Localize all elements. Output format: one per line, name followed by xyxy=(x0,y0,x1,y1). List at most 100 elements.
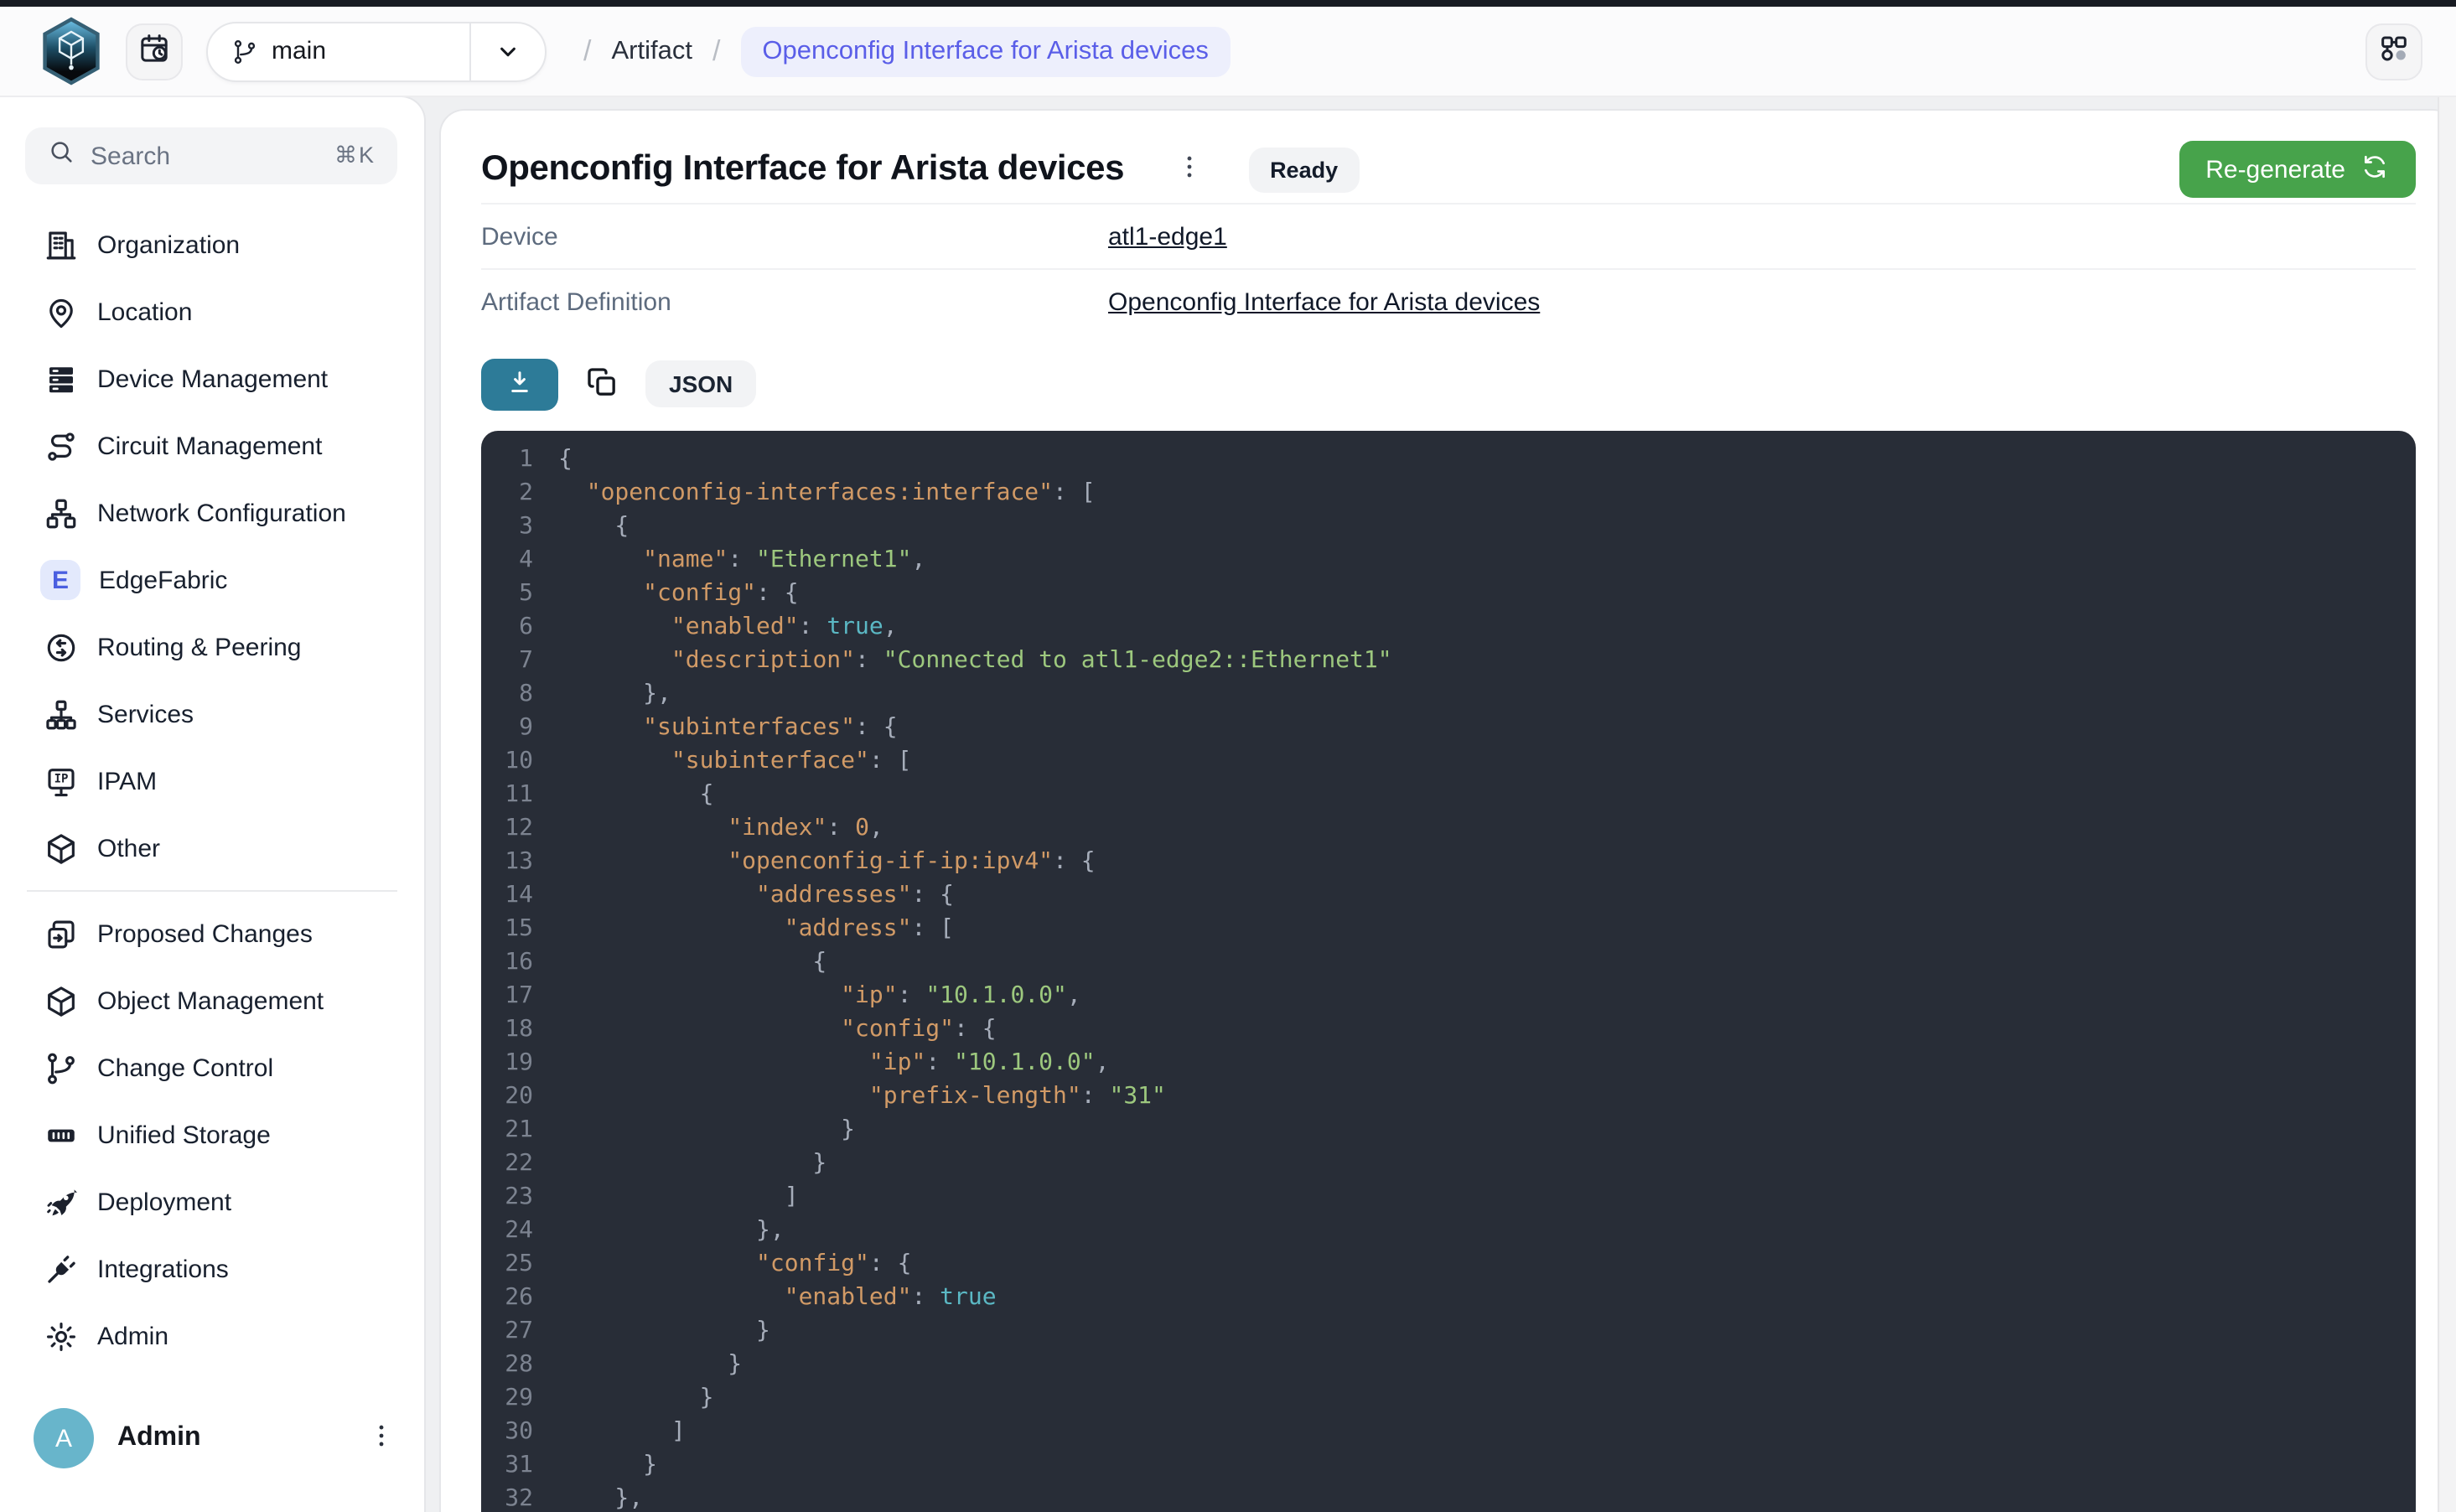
code-line: 18 "config": { xyxy=(481,1012,2416,1046)
schema-icon xyxy=(2377,32,2411,70)
page-title: Openconfig Interface for Arista devices xyxy=(481,149,1124,189)
line-number: 21 xyxy=(481,1113,533,1147)
sidebar-item-edgefabric[interactable]: EEdgeFabric xyxy=(0,546,424,614)
code-text: "enabled": true, xyxy=(533,610,898,644)
sidebar-item-change-control[interactable]: Change Control xyxy=(0,1034,424,1101)
user-name: Admin xyxy=(117,1423,334,1453)
sidebar-item-proposed-changes[interactable]: Proposed Changes xyxy=(0,900,424,967)
line-number: 2 xyxy=(481,476,533,510)
line-number: 11 xyxy=(481,778,533,811)
line-number: 13 xyxy=(481,845,533,878)
breadcrumb-separator: / xyxy=(583,34,591,68)
breadcrumb: / Artifact / Openconfig Interface for Arist… xyxy=(583,26,1231,76)
search-input[interactable] xyxy=(91,142,319,170)
sidebar-item-location[interactable]: Location xyxy=(0,278,424,345)
code-line: 25 "config": { xyxy=(481,1247,2416,1281)
code-viewer[interactable]: 1{2 "openconfig-interfaces:interface": [… xyxy=(481,431,2416,1512)
code-text: "openconfig-if-ip:ipv4": { xyxy=(533,845,1096,878)
title-menu-button[interactable] xyxy=(1168,148,1211,191)
code-text: } xyxy=(533,1381,713,1415)
code-text: } xyxy=(533,1314,770,1348)
branch-name: main xyxy=(272,37,469,65)
sidebar-item-network-configuration[interactable]: Network Configuration xyxy=(0,479,424,546)
sidebar-item-unified-storage[interactable]: Unified Storage xyxy=(0,1101,424,1168)
schema-button[interactable] xyxy=(2365,23,2422,80)
sidebar-item-object-management[interactable]: Object Management xyxy=(0,967,424,1034)
details-table: Deviceatl1-edge1Artifact DefinitionOpenc… xyxy=(481,203,2416,334)
sidebar-item-label: Circuit Management xyxy=(97,432,322,460)
user-row[interactable]: A Admin xyxy=(34,1405,404,1472)
code-text: "address": [ xyxy=(533,912,954,945)
line-number: 29 xyxy=(481,1381,533,1415)
sidebar-item-label: Proposed Changes xyxy=(97,919,313,948)
sidebar-item-label: Device Management xyxy=(97,365,328,393)
line-number: 19 xyxy=(481,1046,533,1080)
sidebar-item-device-management[interactable]: Device Management xyxy=(0,345,424,412)
code-text: "config": { xyxy=(533,577,799,610)
regenerate-button[interactable]: Re-generate xyxy=(2179,141,2416,198)
line-number: 20 xyxy=(481,1080,533,1113)
user-menu-button[interactable] xyxy=(357,1415,404,1462)
time-travel-button[interactable] xyxy=(126,23,183,80)
format-badge: JSON xyxy=(645,360,756,407)
sidebar-nav: OrganizationLocation Device Management Cir… xyxy=(0,211,424,1370)
code-line: 7 "description": "Connected to atl1-edge… xyxy=(481,644,2416,677)
line-number: 10 xyxy=(481,744,533,778)
detail-value-link[interactable]: atl1-edge1 xyxy=(1108,222,1227,251)
sidebar-item-routing-peering[interactable]: Routing & Peering xyxy=(0,614,424,681)
sidebar-item-label: Network Configuration xyxy=(97,499,346,527)
breadcrumb-item[interactable]: Artifact xyxy=(611,36,692,66)
router-icon xyxy=(44,629,79,665)
sidebar-item-organization[interactable]: Organization xyxy=(0,211,424,278)
git-branch-icon xyxy=(44,1050,79,1085)
line-number: 18 xyxy=(481,1012,533,1046)
sidebar-item-circuit-management[interactable]: Circuit Management xyxy=(0,412,424,479)
branch-selector[interactable]: main xyxy=(206,21,547,81)
code-text: "ip": "10.1.0.0", xyxy=(533,979,1081,1012)
breadcrumb-item-active[interactable]: Openconfig Interface for Arista devices xyxy=(740,26,1230,76)
code-line: 22 } xyxy=(481,1147,2416,1180)
svg-text:IP: IP xyxy=(54,772,69,785)
sidebar-item-other[interactable]: Other xyxy=(0,815,424,882)
code-text: }, xyxy=(533,677,671,711)
scrollbar[interactable] xyxy=(2438,97,2456,1512)
sidebar-item-integrations[interactable]: Integrations xyxy=(0,1235,424,1302)
sidebar: ⌘K OrganizationLocation Device Management… xyxy=(0,97,424,1512)
file-diff-icon xyxy=(44,916,79,951)
sidebar-item-admin[interactable]: Admin xyxy=(0,1302,424,1370)
line-number: 31 xyxy=(481,1448,533,1482)
copy-button[interactable] xyxy=(580,362,624,406)
line-number: 24 xyxy=(481,1214,533,1247)
sidebar-item-label: Object Management xyxy=(97,986,324,1015)
detail-value-link[interactable]: Openconfig Interface for Arista devices xyxy=(1108,287,1540,316)
code-text: { xyxy=(533,778,713,811)
sidebar-item-label: Deployment xyxy=(97,1188,231,1216)
code-line: 4 "name": "Ethernet1", xyxy=(481,543,2416,577)
kebab-icon xyxy=(1175,153,1204,186)
sidebar-item-label: Change Control xyxy=(97,1054,273,1082)
code-text: } xyxy=(533,1147,826,1180)
rocket-icon xyxy=(44,1184,79,1219)
code-text: }, xyxy=(533,1482,643,1512)
sidebar-item-services[interactable]: Services xyxy=(0,681,424,748)
breadcrumb-separator: / xyxy=(712,34,720,68)
code-text: "index": 0, xyxy=(533,811,883,845)
refresh-icon xyxy=(2360,152,2389,187)
line-number: 9 xyxy=(481,711,533,744)
code-line: 32 }, xyxy=(481,1482,2416,1512)
code-line: 28 } xyxy=(481,1348,2416,1381)
search-box[interactable]: ⌘K xyxy=(25,127,397,184)
sidebar-item-label: Routing & Peering xyxy=(97,633,302,661)
download-button[interactable] xyxy=(481,358,558,410)
line-number: 5 xyxy=(481,577,533,610)
code-text: "name": "Ethernet1", xyxy=(533,543,925,577)
regenerate-label: Re-generate xyxy=(2205,155,2345,184)
chevron-down-icon[interactable] xyxy=(471,38,545,65)
route-icon xyxy=(44,428,79,463)
sidebar-item-ipam[interactable]: IPIPAM xyxy=(0,748,424,815)
sidebar-item-deployment[interactable]: Deployment xyxy=(0,1168,424,1235)
line-number: 7 xyxy=(481,644,533,677)
code-text: }, xyxy=(533,1214,785,1247)
detail-label: Artifact Definition xyxy=(481,287,1108,316)
git-branch-icon xyxy=(231,38,258,65)
